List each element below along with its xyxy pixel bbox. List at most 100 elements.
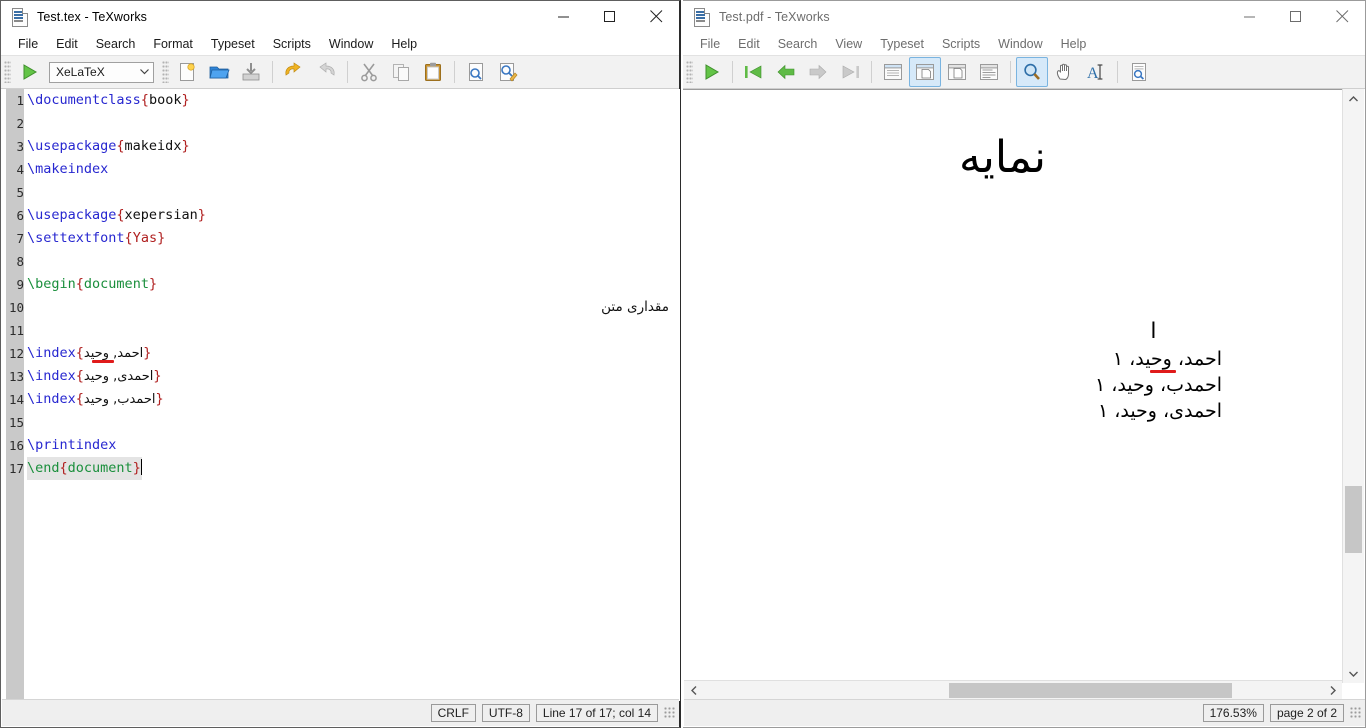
scroll-left-arrow[interactable] [684,681,703,700]
toolbar-grip-2-icon[interactable] [162,61,169,83]
save-file-icon[interactable] [235,57,267,87]
pan-tool-icon[interactable] [1048,57,1080,87]
line-number: 6 [6,204,24,227]
scroll-up-arrow[interactable] [1343,89,1364,108]
menu-search[interactable]: Search [769,34,827,54]
first-page-icon[interactable] [738,57,770,87]
menu-typeset[interactable]: Typeset [202,34,264,54]
menu-scripts[interactable]: Scripts [264,34,320,54]
encoding-indicator[interactable]: UTF-8 [481,704,530,722]
cut-icon[interactable] [353,57,385,87]
typeset-engine-select[interactable]: XeLaTeX [49,61,154,83]
next-page-icon[interactable] [802,57,834,87]
code-line[interactable]: 14 \index{احمدب, وحید} [2,388,679,411]
code-line[interactable]: 13 \index{احمدی, وحید} [2,365,679,388]
menu-edit[interactable]: Edit [47,34,87,54]
menu-edit[interactable]: Edit [729,34,769,54]
line-ending-indicator[interactable]: CRLF [430,704,476,722]
last-page-icon[interactable] [834,57,866,87]
undo-icon[interactable] [278,57,310,87]
line-number: 5 [6,181,24,204]
close-icon[interactable] [633,1,679,32]
menu-help[interactable]: Help [1052,34,1096,54]
code-line[interactable]: 1 \documentclass{book} [2,89,679,112]
source-preview-icon[interactable] [1123,57,1155,87]
pdf-document-icon [694,7,710,27]
code-line[interactable]: 16 \printindex [2,434,679,457]
minimize-icon[interactable] [1227,1,1273,32]
pdf-index-entry: احمدی، وحید، ۱ [1097,400,1222,422]
paste-icon[interactable] [417,57,449,87]
menu-file[interactable]: File [9,34,47,54]
fit-width-icon[interactable] [877,57,909,87]
pdf-menubar: File Edit Search View Typeset Scripts Wi… [683,32,1365,55]
fit-window-icon[interactable] [909,57,941,87]
maximize-icon[interactable] [587,1,633,32]
text-select-tool-icon[interactable]: A [1080,57,1112,87]
code-line[interactable]: 2 [2,112,679,135]
code-line-text: \begin{document} [27,273,157,296]
maximize-icon[interactable] [1273,1,1319,32]
code-line[interactable]: 15 [2,411,679,434]
scroll-down-arrow[interactable] [1343,664,1364,683]
code-line[interactable]: 4 \makeindex [2,158,679,181]
replace-icon[interactable] [492,57,524,87]
svg-text:A: A [1087,65,1099,82]
actual-size-icon[interactable] [941,57,973,87]
pdf-vertical-scrollbar[interactable] [1342,89,1364,683]
menu-help[interactable]: Help [382,34,426,54]
menu-window[interactable]: Window [989,34,1051,54]
code-line[interactable]: 3 \usepackage{makeidx} [2,135,679,158]
magnify-tool-icon[interactable] [1016,57,1048,87]
typeset-run-icon[interactable] [695,57,727,87]
typeset-run-icon[interactable] [13,57,45,87]
toolbar-grip-icon[interactable] [686,61,693,83]
previous-page-icon[interactable] [770,57,802,87]
pdf-titlebar[interactable]: Test.pdf - TeXworks [683,1,1365,32]
code-line-text: \printindex [27,434,116,457]
pdf-vscroll-thumb[interactable] [1345,486,1362,553]
menu-scripts[interactable]: Scripts [933,34,989,54]
scroll-right-arrow[interactable] [1323,681,1342,700]
menu-format[interactable]: Format [144,34,202,54]
code-line[interactable]: 5 [2,181,679,204]
copy-icon[interactable] [385,57,417,87]
editor-text-area[interactable]: 1 \documentclass{book} 2 3 \usepackage{makei… [2,89,679,701]
toolbar-grip-icon[interactable] [4,61,11,83]
close-icon[interactable] [1319,1,1365,32]
line-number: 13 [6,365,24,388]
code-line-text: \index{احمدب, وحید} [27,388,164,411]
fit-content-icon[interactable] [973,57,1005,87]
desktop-screen: Test.tex - TeXworks File Edit Search For… [0,0,1366,728]
pdf-horizontal-scrollbar[interactable] [684,680,1342,700]
code-line[interactable]: 10 مقداری متن [2,296,679,319]
menu-typeset[interactable]: Typeset [871,34,933,54]
code-line[interactable]: 9 \begin{document} [2,273,679,296]
resize-grip-icon[interactable] [664,707,676,719]
find-icon[interactable] [460,57,492,87]
code-line[interactable]: 12 \index{احمد, وحید} [2,342,679,365]
code-token: } [143,345,152,361]
menu-view[interactable]: View [826,34,871,54]
code-line[interactable]: 11 [2,319,679,342]
code-line[interactable]: 6 \usepackage{xepersian} [2,204,679,227]
new-file-icon[interactable] [171,57,203,87]
menu-search[interactable]: Search [87,34,145,54]
pdf-hscroll-thumb[interactable] [949,683,1232,698]
cursor-position-indicator[interactable]: Line 17 of 17; col 14 [535,704,658,722]
editor-titlebar[interactable]: Test.tex - TeXworks [1,1,679,32]
redo-icon[interactable] [310,57,342,87]
code-line[interactable]: 17 \end{document} [2,457,679,480]
resize-grip-icon[interactable] [1350,707,1362,719]
code-line[interactable]: 8 [2,250,679,273]
menu-window[interactable]: Window [320,34,382,54]
code-line[interactable]: 7 \settextfont{Yas} [2,227,679,250]
menu-file[interactable]: File [691,34,729,54]
pdf-page-indicator[interactable]: page 2 of 2 [1269,704,1344,722]
minimize-icon[interactable] [541,1,587,32]
code-lines-container[interactable]: 1 \documentclass{book} 2 3 \usepackage{makei… [2,89,679,701]
code-token: { [75,391,84,407]
pdf-view-area[interactable]: نمایه ا احمد، وحید، ۱ احمدب، وحید، ۱ احمدی… [683,89,1364,684]
open-file-icon[interactable] [203,57,235,87]
pdf-zoom-indicator[interactable]: 176.53% [1202,704,1264,722]
